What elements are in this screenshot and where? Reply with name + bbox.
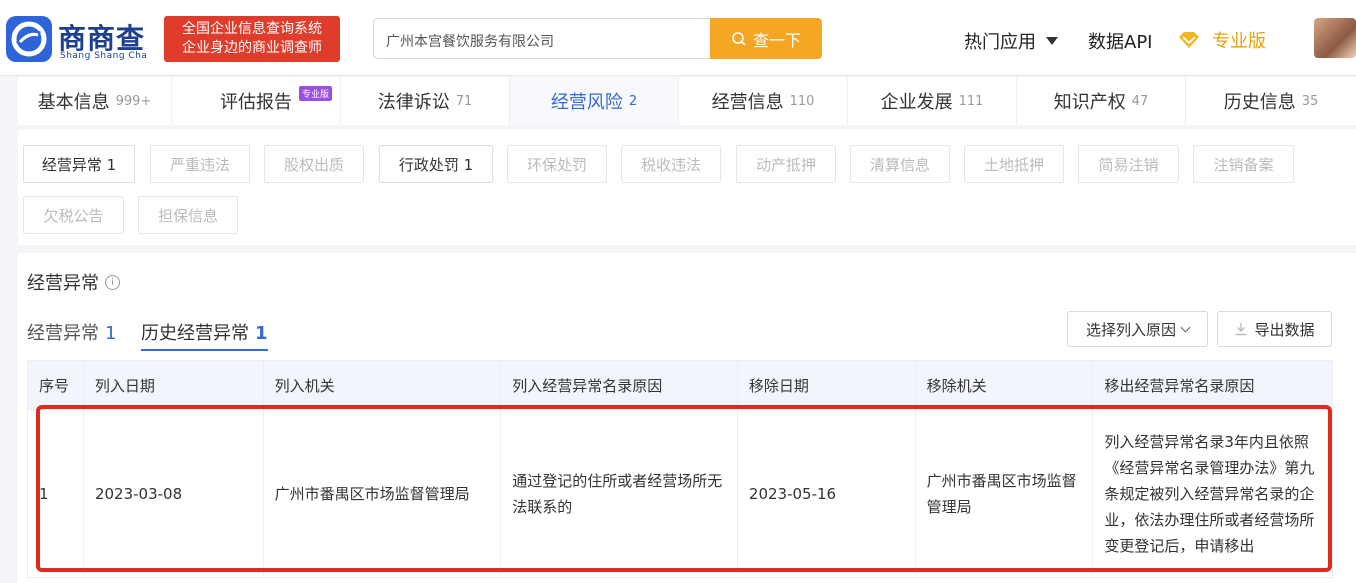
export-label: 导出数据 [1254, 320, 1315, 339]
col-header-index: 序号 [28, 361, 84, 409]
subtab-label: 历史经营异常 [141, 323, 249, 344]
caret-down-icon [1046, 37, 1058, 45]
tab-basic-info[interactable]: 基本信息 999+ [18, 77, 172, 125]
col-header-remove-authority: 移除机关 [916, 361, 1094, 409]
nav-hot-apps[interactable]: 热门应用 [964, 28, 1058, 54]
tab-label: 经营风险 [550, 92, 623, 113]
col-header-list-date: 列入日期 [84, 361, 264, 409]
tab-label: 企业发展 [880, 92, 953, 113]
user-avatar[interactable] [1314, 18, 1356, 58]
nav-pro-version[interactable]: 专业版 [1178, 27, 1266, 53]
filter-land-mortgage[interactable]: 土地抵押 [964, 145, 1064, 183]
site-logo[interactable]: 商商查 Shang Shang Cha [6, 16, 154, 62]
tab-business-risk[interactable]: 经营风险 2 [510, 77, 679, 125]
risk-filter-panel: 经营异常 1 严重违法 股权出质 行政处罚 1 环保处罚 税收违法 动产抵押 清… [18, 130, 1356, 245]
tab-label: 经营信息 [711, 92, 784, 113]
cell-remove-date: 2023-05-16 [738, 410, 916, 577]
search-button[interactable]: 查一下 [710, 18, 822, 59]
search-input[interactable]: 广州本宫餐饮服务有限公司 [373, 18, 710, 59]
tab-count: 999+ [115, 93, 152, 109]
tab-count: 47 [1131, 93, 1149, 109]
subtab-history-abnormal[interactable]: 历史经营异常 1 [141, 319, 268, 351]
cell-index: 1 [28, 410, 84, 577]
cell-list-date: 2023-03-08 [84, 410, 264, 577]
tab-legal[interactable]: 法律诉讼 71 [341, 77, 510, 125]
col-header-list-authority: 列入机关 [264, 361, 502, 409]
tab-count: 35 [1301, 93, 1319, 109]
tab-count: 110 [789, 93, 815, 109]
subtab-current-abnormal[interactable]: 经营异常 1 [27, 319, 116, 345]
info-icon[interactable]: i [105, 274, 120, 290]
main-tabs: 基本信息 999+ 评估报告 专业版 法律诉讼 71 经营风险 2 经营信息 110 企… [18, 77, 1356, 125]
filter-guarantee[interactable]: 担保信息 [138, 196, 238, 234]
filter-simple-deregistration[interactable]: 简易注销 [1078, 145, 1179, 183]
subtab-count: 1 [105, 323, 117, 344]
logo-subtext: Shang Shang Cha [60, 51, 148, 61]
tab-count: 71 [455, 93, 473, 109]
tab-label: 法律诉讼 [377, 92, 450, 113]
col-header-remove-reason: 移出经营异常名录原因 [1104, 376, 1255, 395]
diamond-icon [1179, 32, 1199, 48]
slogan-banner: 全国企业信息查询系统 企业身边的商业调查师 [164, 16, 340, 62]
tab-development[interactable]: 企业发展 111 [848, 77, 1017, 125]
tab-business-info[interactable]: 经营信息 110 [679, 77, 848, 125]
nav-hot-apps-label: 热门应用 [964, 32, 1036, 53]
tab-ip[interactable]: 知识产权 47 [1017, 77, 1186, 125]
table-header: 序号 列入日期 列入机关 列入经营异常名录原因 移除日期 移除机关 移出经营异常… [27, 360, 1333, 410]
filter-tax-arrears[interactable]: 欠税公告 [23, 196, 124, 234]
filter-serious-violation[interactable]: 严重违法 [150, 145, 250, 183]
cell-remove-reason: 列入经营异常名录3年内且依照《经营异常名录管理办法》第九条规定被列入经营异常名录… [1104, 432, 1315, 555]
section-title: 经营异常 i [27, 269, 120, 295]
cell-remove-authority: 广州市番禺区市场监督管理局 [916, 410, 1094, 577]
tab-label: 知识产权 [1053, 92, 1126, 113]
subtab-count: 1 [255, 323, 268, 344]
tab-assessment-report[interactable]: 评估报告 专业版 [172, 77, 341, 125]
filter-liquidation[interactable]: 清算信息 [850, 145, 950, 183]
filter-tax-violation[interactable]: 税收违法 [621, 145, 721, 183]
filter-env-penalty[interactable]: 环保处罚 [507, 145, 607, 183]
tab-label: 评估报告 [220, 92, 292, 113]
slogan-line-1: 全国企业信息查询系统 [182, 21, 322, 37]
export-button[interactable]: 导出数据 [1217, 311, 1332, 347]
tab-history[interactable]: 历史信息 35 [1186, 77, 1356, 125]
search-button-label: 查一下 [752, 30, 801, 50]
table-row: 1 2023-03-08 广州市番禺区市场监督管理局 通过登记的住所或者经营场所… [27, 410, 1333, 578]
slogan-line-2: 企业身边的商业调查师 [182, 40, 322, 56]
pro-badge: 专业版 [298, 86, 332, 101]
tab-count: 2 [628, 93, 638, 109]
select-reason-label: 选择列入原因 [1085, 320, 1176, 339]
nav-pro-label: 专业版 [1212, 31, 1266, 52]
nav-data-api[interactable]: 数据API [1088, 28, 1152, 54]
cell-list-authority: 广州市番禺区市场监督管理局 [264, 410, 502, 577]
col-header-remove-date: 移除日期 [738, 361, 916, 409]
subtab-label: 经营异常 [27, 323, 99, 344]
col-header-list-reason: 列入经营异常名录原因 [501, 361, 738, 409]
cell-list-reason: 通过登记的住所或者经营场所无法联系的 [501, 410, 738, 577]
filter-deregistration-record[interactable]: 注销备案 [1193, 145, 1294, 183]
filter-equity-pledge[interactable]: 股权出质 [264, 145, 364, 183]
top-header: 商商查 Shang Shang Cha 全国企业信息查询系统 企业身边的商业调查… [0, 0, 1356, 76]
tab-count: 111 [958, 93, 984, 109]
logo-icon [6, 16, 52, 62]
download-icon [1235, 323, 1247, 336]
chevron-down-icon [1180, 322, 1191, 332]
tab-label: 基本信息 [37, 92, 110, 113]
filter-admin-penalty[interactable]: 行政处罚 1 [379, 145, 493, 183]
search-icon [732, 31, 746, 46]
tab-label: 历史信息 [1223, 92, 1296, 113]
filter-business-abnormal[interactable]: 经营异常 1 [23, 145, 135, 183]
abnormal-table: 序号 列入日期 列入机关 列入经营异常名录原因 移除日期 移除机关 移出经营异常… [27, 360, 1333, 578]
filter-chattel-mortgage[interactable]: 动产抵押 [736, 145, 836, 183]
section-title-text: 经营异常 [27, 273, 99, 294]
abnormal-section: 经营异常 i 经营异常 1 历史经营异常 1 选择列入原因 导出数据 序号 列入日期… [18, 253, 1356, 583]
select-reason-dropdown[interactable]: 选择列入原因 [1067, 311, 1208, 347]
